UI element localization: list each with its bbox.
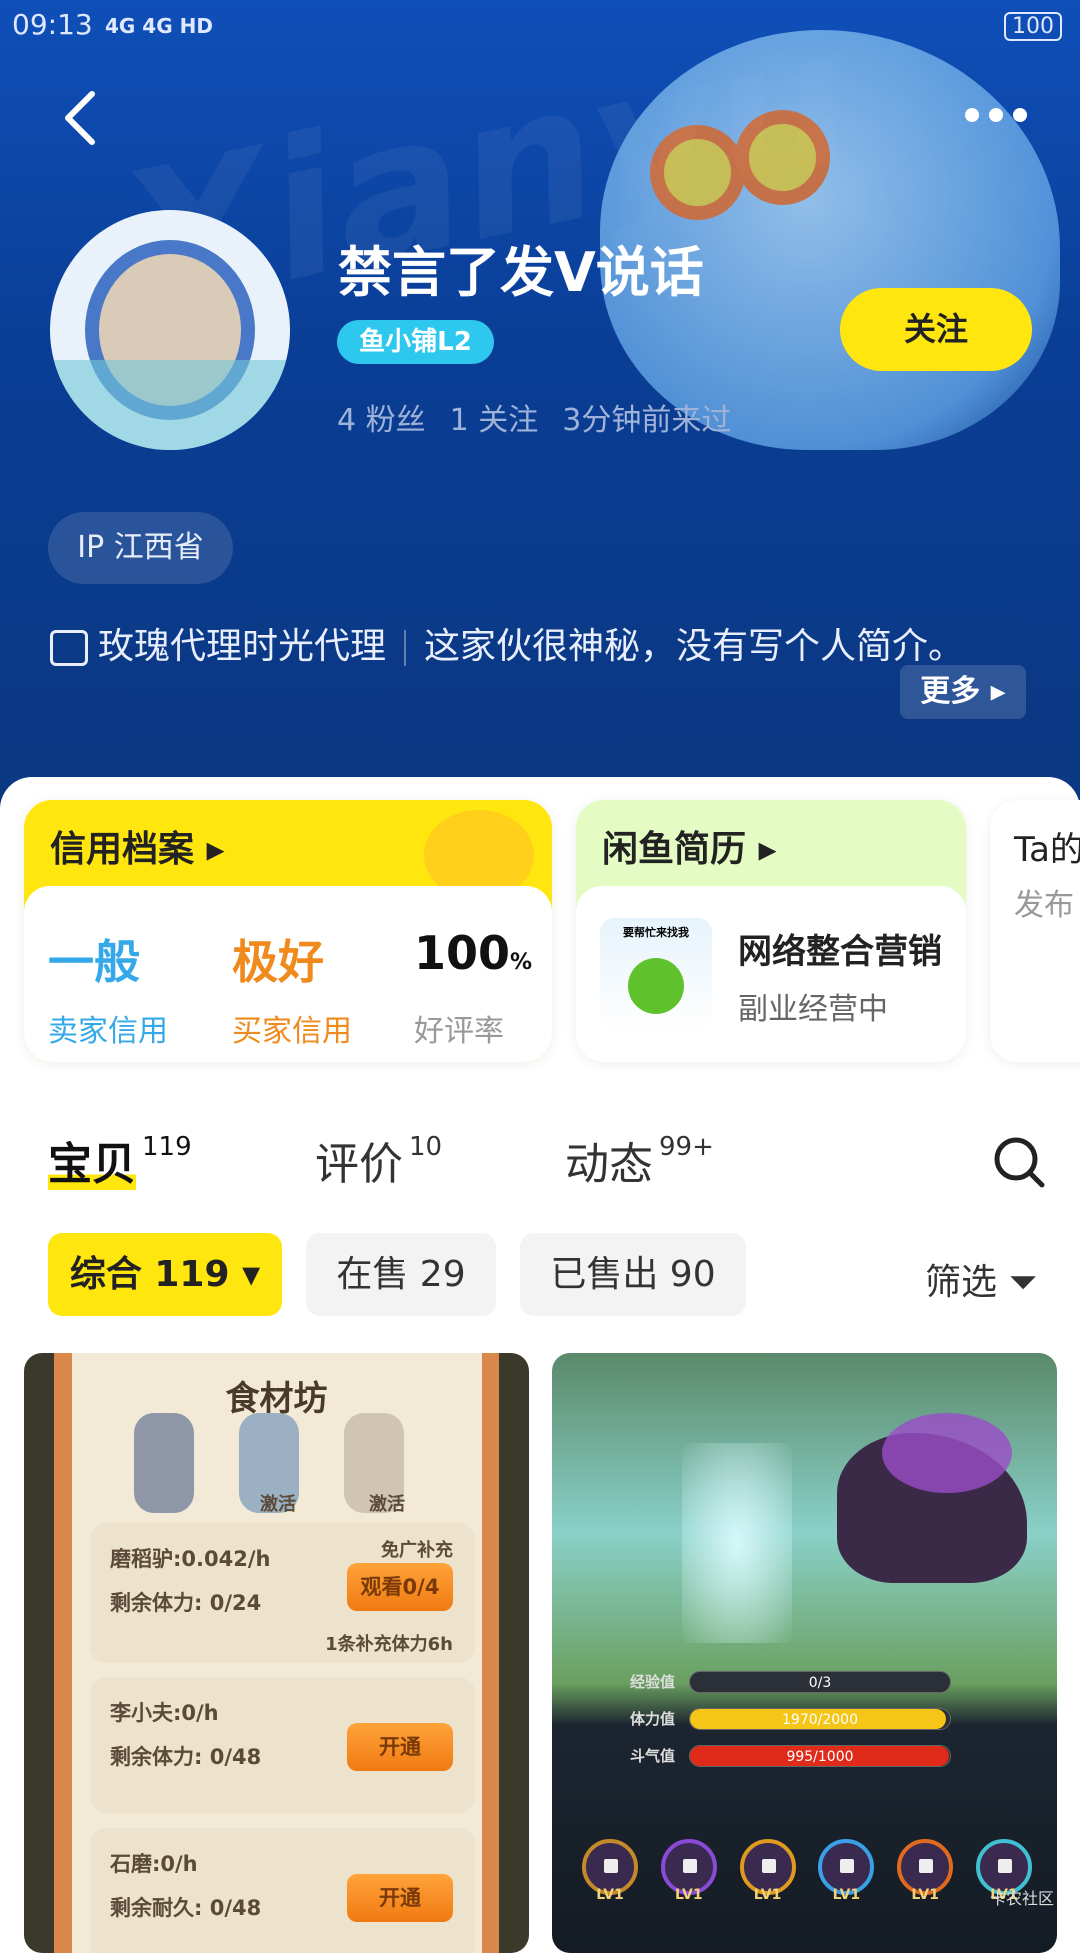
skill-level-label: LV1 xyxy=(911,1887,939,1903)
ip-location: IP 江西省 xyxy=(48,512,233,584)
credit-card[interactable]: 信用档案 ▸ 一般 卖家信用 极好 买家信用 100% 好评率 xyxy=(24,800,552,1062)
search-icon[interactable] xyxy=(992,1135,1048,1191)
skill-slot: LV1 xyxy=(660,1839,717,1903)
activate-label: 激活 xyxy=(369,1494,405,1515)
tab-posts[interactable]: 动态 99+ xyxy=(565,1128,714,1192)
third-card-title: Ta的 xyxy=(1014,830,1080,870)
buyer-credit-value: 极好 xyxy=(232,935,324,989)
user-name: 禁言了发V说话 xyxy=(338,241,704,304)
tab-reviews[interactable]: 评价 10 xyxy=(315,1128,442,1192)
shop-level-badge[interactable]: 鱼小铺L2 xyxy=(337,320,494,364)
bio: 玫瑰代理时光代理 这家伙很神秘，没有写个人简介。 xyxy=(50,616,1000,678)
stat-label: 体力值 xyxy=(630,1710,676,1728)
skill-level-label: LV1 xyxy=(675,1887,703,1903)
skill-level-label: LV1 xyxy=(832,1887,861,1903)
stat-label: 斗气值 xyxy=(630,1747,676,1765)
resume-card[interactable]: 闲鱼简历 ▸ 要帮忙来找我 网络整合营销 副业经营中 xyxy=(576,800,966,1062)
buyer-credit-label: 买家信用 xyxy=(232,1014,352,1049)
funnel-icon: ⏷ xyxy=(1008,1262,1038,1303)
skill-level-label: LV1 xyxy=(596,1887,624,1903)
last-seen: 3分钟前来过 xyxy=(562,403,732,438)
skill-level-label: LV1 xyxy=(753,1887,782,1903)
stat-bar: 1970/2000 xyxy=(689,1708,951,1730)
resume-title: 闲鱼简历 ▸ xyxy=(602,829,777,870)
shop-name: 玫瑰代理时光代理 xyxy=(98,626,387,667)
rating-label: 好评率 xyxy=(414,1014,504,1049)
more-bio-button[interactable]: 更多 ▸ xyxy=(900,665,1026,719)
user-stats: 4 粉丝 1 关注 3分钟前来过 xyxy=(337,395,731,439)
follow-button[interactable]: 关注 xyxy=(840,288,1032,371)
filter-chip-on-sale[interactable]: 在售 29 xyxy=(306,1233,496,1316)
avatar[interactable] xyxy=(50,210,290,450)
stat-bar: 995/1000 xyxy=(689,1745,951,1767)
filter-chip-sold[interactable]: 已售出 90 xyxy=(520,1233,746,1316)
signal-icon: 4G 4G HD xyxy=(105,14,213,38)
skill-slot: LV1 xyxy=(818,1839,875,1903)
back-icon[interactable] xyxy=(60,88,100,148)
profile-header: Xianyu 09:13 4G 4G HD 100 禁言了发V说话 鱼小铺L2 … xyxy=(0,0,1080,820)
game-row: 李小夫:0/h 剩余体力: 0/48 开通 xyxy=(90,1677,475,1813)
skill-slot: LV1 xyxy=(739,1839,796,1903)
game-row: 磨稻驴:0.042/h 剩余体力: 0/24 免广补充 观看0/4 1条补充体力6h xyxy=(90,1523,475,1663)
seller-credit-label: 卖家信用 xyxy=(48,1014,168,1049)
skill-slot: LV1 xyxy=(582,1839,638,1903)
skill-slot: LV1 xyxy=(897,1839,954,1903)
rating-value: 100 xyxy=(414,926,511,980)
third-card-sub: 发布 xyxy=(1014,888,1074,923)
shop-icon xyxy=(50,630,88,666)
battery-icon: 100 xyxy=(1004,12,1062,41)
product-card[interactable]: 食材坊 激活 激活 磨稻驴:0.042/h 剩余体力: 0/24 免广补充 观看0/4… xyxy=(24,1353,529,1953)
filter-button[interactable]: 筛选 ⏷ xyxy=(925,1253,1037,1305)
following-count[interactable]: 1 关注 xyxy=(450,395,539,439)
stat-bar: 0/3 xyxy=(689,1671,951,1693)
status-time: 09:13 xyxy=(12,8,93,41)
fans-count[interactable]: 4 粉丝 xyxy=(337,395,426,439)
activate-label: 激活 xyxy=(260,1494,296,1515)
third-card[interactable]: Ta的 发布 xyxy=(990,800,1080,1062)
product-card[interactable]: 经验值 0/3 体力值 1970/2000 斗气值 995/1000 LV1 LV1 LV1 L… xyxy=(552,1353,1057,1953)
bio-text: 这家伙很神秘，没有写个人简介。 xyxy=(424,626,965,667)
tab-items[interactable]: 宝贝 119 xyxy=(48,1128,192,1192)
stat-label: 经验值 xyxy=(630,1673,676,1691)
game-row: 石磨:0/h 剩余耐久: 0/48 开通 xyxy=(90,1828,475,1953)
watermark: 卡农社区 xyxy=(990,1889,1055,1908)
resume-sub: 副业经营中 xyxy=(738,992,888,1027)
rating-unit: % xyxy=(510,950,533,975)
resume-name: 网络整合营销 xyxy=(738,932,942,972)
seller-credit-value: 一般 xyxy=(48,935,140,989)
resume-thumbnail: 要帮忙来找我 xyxy=(600,918,712,1030)
filter-chip-all[interactable]: 综合 119 ▾ xyxy=(48,1233,282,1316)
more-icon[interactable] xyxy=(965,108,1027,122)
